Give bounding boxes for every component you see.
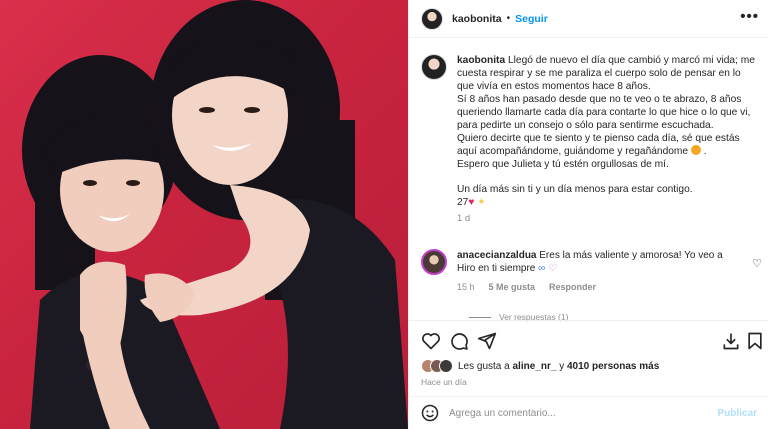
- instagram-post: kaobonita • Seguir ••• kaobonita Llegó d…: [0, 0, 768, 429]
- likes-connector: y: [559, 360, 565, 372]
- caption-text-5: Un día más sin ti y un día menos para es…: [457, 184, 693, 195]
- save-download-icon[interactable]: [721, 331, 741, 351]
- caption-text-2: Sí 8 años han pasado desde que no te veo…: [457, 94, 751, 131]
- sparkles-emoji-icon: ✦: [477, 197, 486, 208]
- post-photo[interactable]: [0, 0, 408, 429]
- comment-likes[interactable]: 5 Me gusta: [489, 281, 536, 294]
- bookmark-icon[interactable]: [745, 331, 765, 351]
- publish-button[interactable]: Publicar: [718, 408, 757, 419]
- caption-time: 1 d: [457, 213, 471, 224]
- post-side-panel: kaobonita • Seguir ••• kaobonita Llegó d…: [408, 0, 768, 429]
- caption-username[interactable]: kaobonita: [457, 55, 505, 66]
- likes-user[interactable]: aline_nr_: [513, 361, 557, 372]
- like-heart-icon[interactable]: [421, 331, 441, 351]
- comment-bubble-icon[interactable]: [449, 331, 469, 351]
- author-avatar[interactable]: [421, 7, 443, 30]
- comment-time: 15 h: [457, 282, 475, 292]
- comment-username[interactable]: anacecianzaldua: [457, 250, 536, 261]
- liker-avatar[interactable]: [439, 359, 453, 373]
- emoji-smiley-icon[interactable]: [421, 404, 439, 422]
- separator-dot: •: [506, 13, 511, 24]
- post-time[interactable]: Hace un día: [421, 377, 467, 387]
- likes-count[interactable]: 4010 personas más: [567, 361, 659, 372]
- likes-summary: Les gusta a aline_nr_ y 4010 personas má…: [421, 359, 659, 373]
- emoji-face-icon: [690, 145, 701, 155]
- replies-line: [469, 316, 491, 318]
- reply-button[interactable]: Responder: [549, 281, 596, 294]
- more-options-icon[interactable]: •••: [740, 9, 759, 24]
- infinity-emoji-icon: ∞: [538, 263, 546, 274]
- comment-meta: 15 h 5 Me gusta Responder: [457, 281, 737, 294]
- likes-prefix: Les gusta a: [458, 360, 510, 372]
- post-header: kaobonita • Seguir •••: [409, 0, 768, 38]
- caption-text-4: Espero que Julieta y tú estén orgullosas…: [457, 159, 669, 170]
- comment-like-icon[interactable]: ♡: [752, 257, 762, 270]
- caption-body: kaobonita Llegó de nuevo el día que camb…: [457, 54, 757, 225]
- post-caption: kaobonita Llegó de nuevo el día que camb…: [421, 54, 761, 225]
- author-username[interactable]: kaobonita: [452, 13, 502, 25]
- photo-illustration: [22, 0, 408, 429]
- purple-heart-emoji-icon: ♡: [548, 263, 558, 274]
- caption-text-6: 27: [457, 197, 469, 208]
- likes-text: Les gusta a aline_nr_ y 4010 personas má…: [458, 361, 659, 372]
- comment-input[interactable]: [449, 407, 709, 419]
- commenter-avatar[interactable]: [421, 249, 447, 275]
- comment-body: anacecianzaldua Eres la más valiente y a…: [457, 249, 737, 294]
- share-send-icon[interactable]: [477, 331, 497, 351]
- follow-button[interactable]: Seguir: [515, 13, 548, 25]
- caption-avatar[interactable]: [421, 54, 447, 80]
- action-bar: [409, 320, 768, 360]
- heart-emoji-icon: ♥: [468, 197, 475, 208]
- comment-composer: Publicar: [409, 396, 768, 429]
- comment-item: anacecianzaldua Eres la más valiente y a…: [421, 249, 766, 294]
